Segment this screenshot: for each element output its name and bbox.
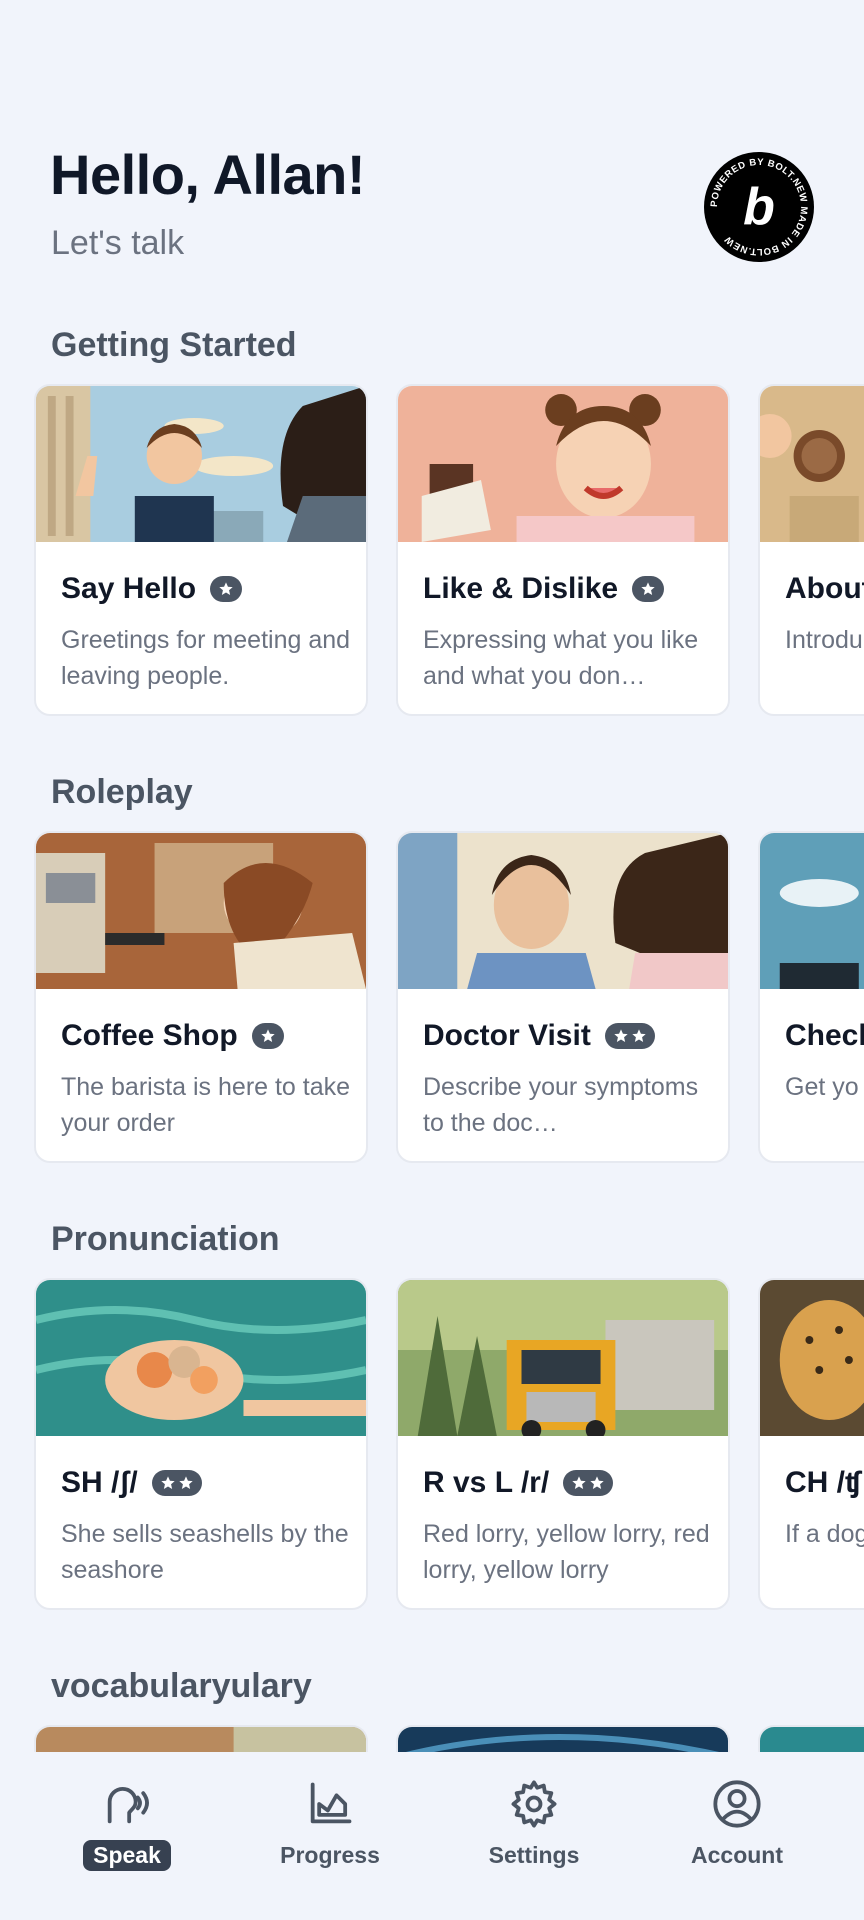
- star-icon: [261, 1029, 275, 1042]
- difficulty-badge: [632, 576, 665, 602]
- card-row-getting-started[interactable]: Say Hello Greetings for meeting and leav…: [34, 384, 864, 716]
- card-description: Introdu name,: [785, 626, 864, 654]
- gear-icon: [511, 1780, 557, 1828]
- card-description: She sells seashells by the seashore: [61, 1520, 349, 1584]
- lesson-card-like-dislike[interactable]: Like & Dislike Expressing what you like …: [396, 384, 730, 716]
- nav-item-settings[interactable]: Settings: [459, 1778, 609, 1888]
- card-title: Say Hello: [61, 572, 197, 605]
- account-icon: [713, 1780, 761, 1828]
- card-title: SH /ʃ/: [61, 1466, 138, 1499]
- bolt-logo-icon: POWERED BY BOLT.NEW MADE IN BOLT.NEW b: [705, 153, 813, 261]
- lesson-card-doctor-visit[interactable]: Doctor Visit Describe your symptoms to t…: [396, 831, 730, 1163]
- section-title-getting-started: Getting Started: [51, 326, 297, 364]
- star-icon: [590, 1476, 604, 1489]
- card-title: Check: [785, 1019, 864, 1052]
- difficulty-badge: [210, 576, 243, 602]
- lesson-card-coffee-shop[interactable]: Coffee Shop The barista is here to take …: [34, 831, 368, 1163]
- svg-text:b: b: [743, 178, 775, 236]
- greeting-title: Hello, Allan!: [50, 143, 366, 206]
- lesson-card-about[interactable]: About Introdu name,: [758, 384, 864, 716]
- card-title: Doctor Visit: [423, 1019, 591, 1052]
- card-description: Red lorry, yellow lorry, red lorry, yell…: [423, 1520, 710, 1584]
- lesson-card-sh[interactable]: SH /ʃ/ She sells seashells by the seasho…: [34, 1278, 368, 1610]
- lesson-card-r-vs-l[interactable]: R vs L /r/ Red lorry, yellow lorry, red …: [396, 1278, 730, 1610]
- card-description: The barista is here to take your order: [61, 1073, 351, 1137]
- nav-item-speak[interactable]: Speak: [52, 1778, 202, 1888]
- speak-icon: [107, 1786, 149, 1824]
- lesson-card-ch[interactable]: CH /ʧ If a dog whose: [758, 1278, 864, 1610]
- difficulty-badge: [151, 1470, 202, 1496]
- section-title-roleplay: Roleplay: [51, 773, 193, 811]
- section-title-pronunciation: Pronunciation: [51, 1220, 280, 1258]
- star-icon: [572, 1476, 586, 1489]
- nav-label-progress: Progress: [280, 1842, 380, 1868]
- card-description: Get yo pass fo: [785, 1073, 864, 1101]
- nav-label-account: Account: [691, 1842, 783, 1868]
- lesson-card-check[interactable]: Check Get yo pass fo: [758, 831, 864, 1163]
- card-row-roleplay[interactable]: Coffee Shop The barista is here to take …: [34, 831, 864, 1163]
- nav-item-progress[interactable]: Progress: [255, 1778, 405, 1888]
- card-title: CH /ʧ: [785, 1466, 862, 1499]
- card-row-pronunciation[interactable]: SH /ʃ/ She sells seashells by the seasho…: [34, 1278, 864, 1610]
- card-illustration: [760, 386, 864, 542]
- card-description: Greetings for meeting and leaving people…: [61, 626, 351, 690]
- card-illustration: [36, 1280, 366, 1436]
- star-icon: [161, 1476, 175, 1489]
- nav-item-account[interactable]: Account: [662, 1778, 812, 1888]
- card-illustration: [36, 833, 366, 989]
- card-title: About: [785, 572, 864, 605]
- nav-label-speak: Speak: [83, 1840, 171, 1871]
- difficulty-badge: [604, 1023, 655, 1049]
- card-title: Like & Dislike: [423, 572, 619, 605]
- star-icon: [179, 1476, 193, 1489]
- star-icon: [641, 582, 655, 595]
- card-illustration: [760, 1280, 864, 1436]
- star-icon: [219, 582, 233, 595]
- difficulty-badge: [251, 1023, 284, 1049]
- card-illustration: [398, 833, 728, 989]
- card-illustration: [36, 386, 366, 542]
- card-title: R vs L /r/: [423, 1466, 550, 1499]
- card-title: Coffee Shop: [61, 1019, 238, 1052]
- chart-icon: [310, 1782, 352, 1824]
- card-description: If a dog whose: [785, 1520, 864, 1548]
- card-description: Expressing what you like and what you do…: [423, 626, 699, 690]
- card-illustration: [398, 386, 728, 542]
- lesson-card-say-hello[interactable]: Say Hello Greetings for meeting and leav…: [34, 384, 368, 716]
- nav-label-settings: Settings: [488, 1842, 580, 1868]
- section-title-vocabulary: vocabularyulary: [51, 1667, 312, 1705]
- bottom-nav: Speak Progress Settings Account: [0, 1752, 864, 1920]
- app-screen: Hello, Allan! Let's talk POWERED BY BOLT…: [0, 0, 864, 1920]
- star-icon: [614, 1029, 628, 1042]
- star-icon: [632, 1029, 646, 1042]
- bolt-badge[interactable]: POWERED BY BOLT.NEW MADE IN BOLT.NEW b: [704, 152, 814, 262]
- difficulty-badge: [563, 1470, 614, 1496]
- greeting-subtitle: Let's talk: [51, 224, 185, 262]
- card-illustration: [760, 833, 864, 989]
- card-illustration: [398, 1280, 728, 1436]
- card-description: Describe your symptoms to the doc…: [423, 1073, 699, 1137]
